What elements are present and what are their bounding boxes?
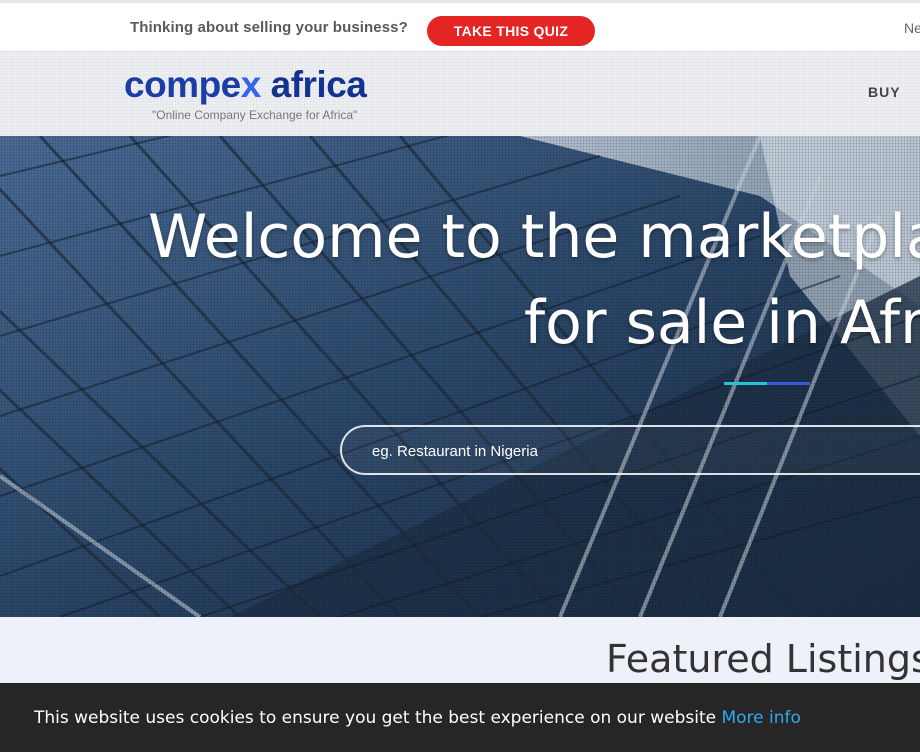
logo-compex-text: compe	[124, 64, 241, 105]
promo-right-link[interactable]: Ne	[904, 20, 920, 36]
hero-title-line2: for sale in Afri	[524, 288, 920, 358]
cookie-message: This website uses cookies to ensure you …	[34, 708, 717, 728]
hero-title-line1: Welcome to the marketplac	[148, 202, 920, 272]
search-input[interactable]	[370, 439, 920, 463]
cookie-more-info-link[interactable]: More info	[721, 708, 800, 728]
logo-wordmark: compex africa	[124, 64, 414, 106]
logo-africa-text: africa	[270, 64, 367, 105]
hero-divider	[724, 382, 810, 385]
logo[interactable]: compex africa "Online Company Exchange f…	[124, 64, 414, 128]
cookie-banner: This website uses cookies to ensure you …	[0, 683, 920, 752]
promo-bar: Thinking about selling your business? TA…	[0, 0, 920, 52]
hero-section: Welcome to the marketplac for sale in Af…	[0, 136, 920, 617]
nav-buy[interactable]: BUY	[868, 84, 901, 100]
take-quiz-button[interactable]: TAKE THIS QUIZ	[427, 16, 595, 46]
search-box[interactable]	[340, 425, 920, 475]
site-header: compex africa "Online Company Exchange f…	[0, 52, 920, 136]
cookie-text: This website uses cookies to ensure you …	[34, 708, 801, 728]
logo-tagline: "Online Company Exchange for Africa"	[152, 108, 358, 122]
promo-text: Thinking about selling your business?	[130, 19, 408, 36]
featured-listings-title: Featured Listings	[606, 637, 920, 681]
logo-x-text: x	[240, 64, 262, 105]
